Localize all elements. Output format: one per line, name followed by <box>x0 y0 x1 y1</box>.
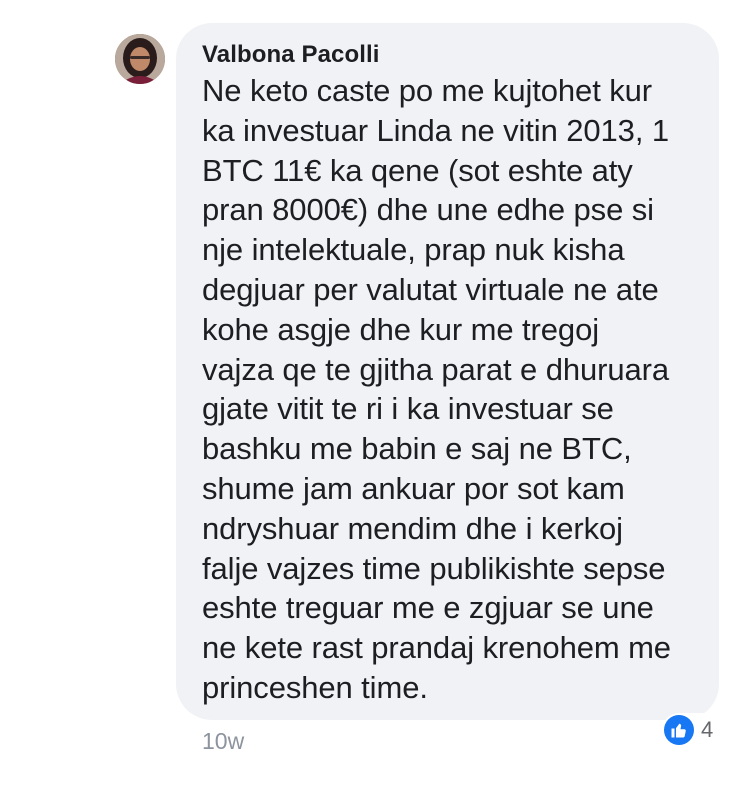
avatar[interactable] <box>115 34 165 84</box>
like-icon <box>664 715 694 745</box>
reaction-count: 4 <box>701 717 714 742</box>
comment-author[interactable]: Valbona Pacolli <box>202 41 699 69</box>
avatar-image <box>115 34 165 84</box>
comment-text: Ne keto caste po me kujtohet kur ka inve… <box>202 73 671 705</box>
reaction-summary[interactable]: 4 <box>662 713 720 747</box>
comment-timestamp[interactable]: 10w <box>202 727 244 755</box>
comment: Valbona Pacolli Ne keto caste po me kujt… <box>0 0 750 787</box>
comment-bubble: Valbona Pacolli Ne keto caste po me kujt… <box>176 23 719 720</box>
